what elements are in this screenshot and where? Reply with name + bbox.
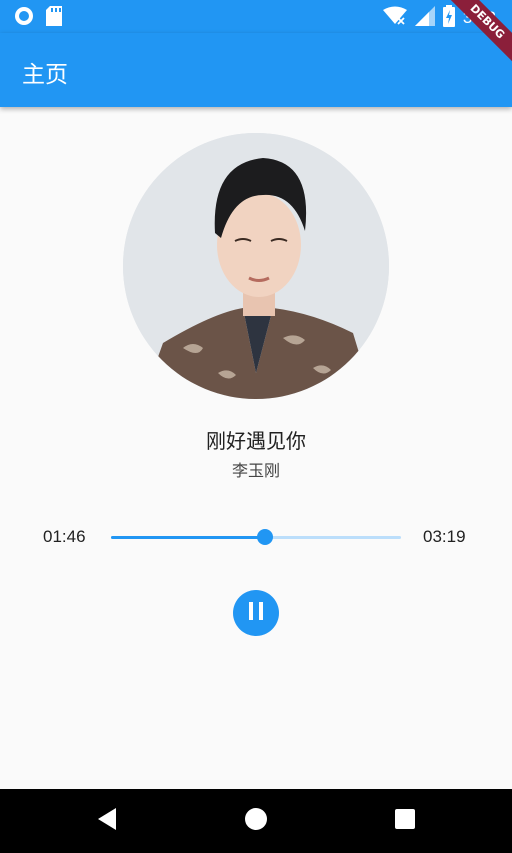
slider-thumb[interactable]	[257, 529, 274, 545]
current-time: 01:46	[43, 527, 86, 546]
artist-name: 李玉刚	[231, 461, 280, 480]
pause-icon	[247, 601, 265, 625]
wifi-icon	[382, 6, 407, 30]
radio-icon	[14, 6, 34, 30]
page-title: 主页	[22, 62, 68, 88]
app-bar: 主页	[0, 33, 512, 107]
recents-icon	[394, 808, 416, 834]
status-bar: 3:42	[0, 0, 512, 33]
sd-card-icon	[46, 6, 62, 30]
home-button[interactable]	[240, 805, 272, 837]
total-time: 03:19	[423, 527, 466, 546]
progress-slider[interactable]	[111, 529, 401, 545]
slider-active-track	[111, 536, 266, 539]
navigation-bar	[0, 789, 512, 853]
pause-button[interactable]	[233, 590, 279, 636]
home-icon	[244, 807, 268, 835]
battery-charging-icon	[442, 5, 455, 31]
album-art-image	[123, 133, 389, 399]
back-icon	[96, 807, 118, 835]
signal-icon	[414, 6, 435, 30]
song-title: 刚好遇见你	[206, 429, 306, 453]
recents-button[interactable]	[389, 805, 421, 837]
back-button[interactable]	[91, 805, 123, 837]
